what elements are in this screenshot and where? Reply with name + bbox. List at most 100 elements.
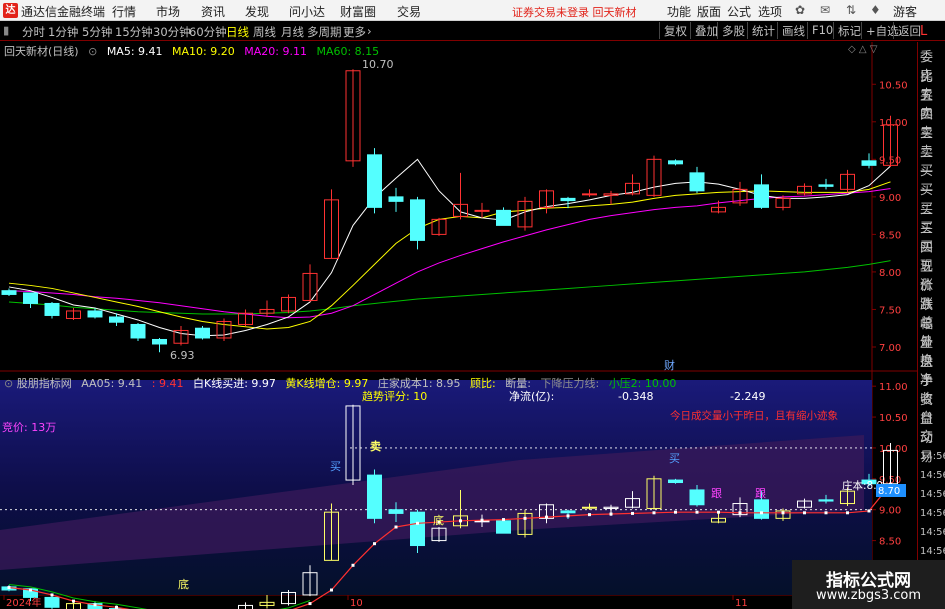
candle-body <box>87 310 103 318</box>
yellow-k-value: 黄K线增仓: 9.97 <box>285 377 369 390</box>
price-tick-label: 7.50 <box>879 305 901 316</box>
cost-dot <box>609 512 613 516</box>
buy-signal-2: 买 <box>669 452 680 465</box>
candle-body <box>410 511 425 547</box>
candle-body <box>818 184 834 187</box>
cost-dot <box>803 511 806 515</box>
upper-price-axis: 10.5010.009.509.008.508.007.507.00 <box>872 80 908 354</box>
cost-dot <box>631 511 634 515</box>
quote-field-label: 14:56 <box>920 508 945 519</box>
netflow-value-2: -2.249 <box>730 390 765 403</box>
candle-body <box>818 499 834 502</box>
candle-body <box>23 292 38 304</box>
indicator-tick-label: 10.50 <box>879 413 908 424</box>
watermark: 指标公式网 www.zbgs3.com <box>792 560 945 609</box>
candle-body <box>410 199 425 241</box>
cost-dot <box>695 510 699 514</box>
white-k-value: 白K线买进: 9.97 <box>192 377 276 390</box>
cost-dot <box>416 521 419 525</box>
candle-body <box>388 509 404 514</box>
candle-body <box>388 196 404 202</box>
candle-body <box>668 479 683 484</box>
upper-pane-controls[interactable]: ◇ △ ▽ <box>848 44 877 55</box>
quote-field-label: 14:56 <box>920 546 945 557</box>
cost-dot <box>502 518 505 522</box>
event-marker[interactable]: 财 <box>664 358 675 372</box>
score-label: 趋势评分: 10 <box>362 390 427 403</box>
cost-dot <box>459 519 462 523</box>
candle-body <box>496 209 511 226</box>
candle-body <box>496 520 511 534</box>
gubi-value: 顾比: <box>470 377 496 390</box>
date-label: 2024年 <box>6 596 41 609</box>
cost-dot <box>480 518 484 522</box>
small-pressure-value: 小压2: 10.00 <box>608 377 677 390</box>
bottom-signal-2: 底 <box>178 577 189 591</box>
indicator-tick-label: 11.00 <box>879 382 908 393</box>
cost-dot <box>566 514 570 518</box>
cut-volume-value: 断量: <box>505 377 531 390</box>
cost-dot <box>351 563 355 567</box>
netflow-label: 净流(亿): <box>509 389 554 403</box>
cost-dot <box>72 599 75 603</box>
cost-dot <box>760 511 763 515</box>
cost-dot <box>373 542 376 546</box>
pressure-line-value: 下降压力线: <box>540 377 600 390</box>
ma-legend: 回天新材(日线) ⊙ MA5: 9.41 MA10: 9.20 MA20: 9.… <box>4 43 385 59</box>
ma10-value: MA10: 9.20 <box>172 45 235 58</box>
candle-body <box>152 338 167 345</box>
cost-dot <box>652 511 656 515</box>
cost-dot <box>846 511 849 515</box>
cost-dot <box>50 593 54 597</box>
ma60-value: MA60: 8.15 <box>316 45 380 58</box>
candle-body <box>861 160 877 166</box>
candle-body <box>560 197 576 202</box>
candle-body <box>689 172 705 192</box>
netflow-value-1: -0.348 <box>618 390 653 403</box>
candle-body <box>367 154 382 208</box>
buy-signal-1: 买 <box>330 460 341 473</box>
follow-signal-2: 跟 <box>755 487 766 500</box>
candle-body <box>754 499 769 519</box>
upper-candles <box>1 69 898 353</box>
indicator-toggle-icon[interactable]: ⊙ <box>4 377 13 390</box>
indicator-name[interactable]: 股朋指标网 <box>17 377 72 390</box>
sell-signal: 卖 <box>370 439 381 453</box>
bid-amount: 竞价: 13万 <box>2 420 56 434</box>
cost-dot <box>738 511 742 515</box>
cost-dot <box>674 510 677 514</box>
candle-body <box>44 596 60 608</box>
kline-chart[interactable]: 10.5010.009.509.008.508.007.507.00 11.00… <box>0 0 917 609</box>
candle-body <box>1 290 17 295</box>
panel-tab-l[interactable]: L <box>920 22 927 42</box>
candle-body <box>195 327 210 339</box>
cost-dot <box>93 603 97 607</box>
candle-body <box>367 474 382 519</box>
quote-field-label: 14:56 <box>920 451 945 462</box>
ma20-line <box>8 188 891 319</box>
price-tick-label: 7.00 <box>879 343 901 354</box>
price-tick-label: 8.00 <box>879 268 901 279</box>
candle-body <box>754 184 769 208</box>
watermark-url: www.zbgs3.com <box>815 588 922 603</box>
legend-dropdown-icon[interactable]: ⊙ <box>88 45 97 58</box>
quote-field-label: 14:56 <box>920 527 945 538</box>
aa05-dot-value: : 9.41 <box>151 377 184 390</box>
cost-dot <box>523 516 527 520</box>
stock-title[interactable]: 回天新材(日线) <box>4 45 79 58</box>
candle-body <box>109 316 124 323</box>
cost-dot <box>717 510 720 514</box>
ma20-value: MA20: 9.11 <box>244 45 307 58</box>
date-label: 10 <box>350 598 363 609</box>
high-price-label: 10.70 <box>362 58 394 71</box>
cost-dot <box>545 515 548 519</box>
cost-tag: 8.70 <box>878 486 900 497</box>
cost-dot <box>781 511 785 515</box>
date-label: 11 <box>735 598 748 609</box>
price-tick-label: 9.00 <box>879 193 901 204</box>
candle-body <box>44 302 60 316</box>
price-tick-label: 10.50 <box>879 80 908 91</box>
ma60-line <box>8 260 891 315</box>
cost-dot <box>588 513 591 517</box>
candle-body <box>582 506 597 509</box>
